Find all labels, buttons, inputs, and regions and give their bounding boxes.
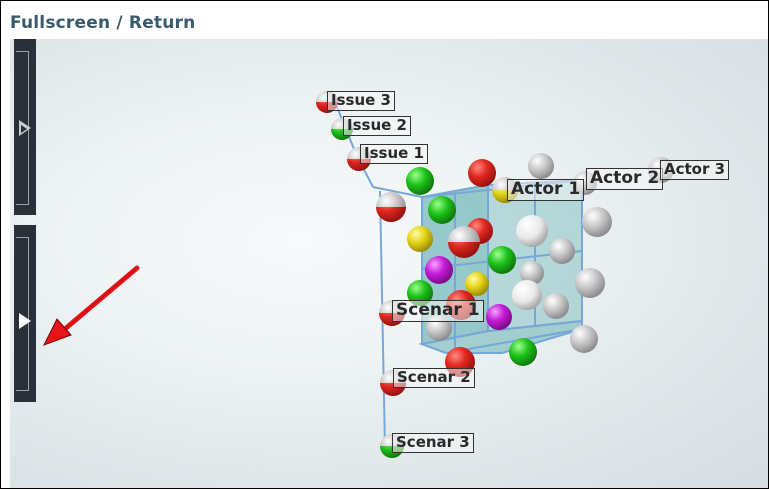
actor-2-label[interactable]: Actor 2 — [586, 168, 664, 190]
actor-3-label[interactable]: Actor 3 — [660, 160, 730, 180]
scenar-1-label[interactable]: Scenar 1 — [392, 300, 484, 322]
issue-3-label[interactable]: Issue 3 — [327, 91, 395, 111]
scenar-3-label[interactable]: Scenar 3 — [392, 433, 474, 453]
issue-1-label[interactable]: Issue 1 — [360, 144, 428, 164]
actor-1-label[interactable]: Actor 1 — [507, 179, 585, 201]
red-arrow-icon — [42, 265, 140, 346]
fullscreen-return-link[interactable]: Fullscreen / Return — [10, 13, 195, 33]
scenar-2-label[interactable]: Scenar 2 — [393, 368, 475, 388]
title-bar: Fullscreen / Return — [10, 13, 768, 39]
issue-2-label[interactable]: Issue 2 — [343, 116, 411, 136]
app-window: Fullscreen / Return Issue 3 Issue 2 Issu… — [0, 0, 769, 489]
3d-viewport[interactable]: Issue 3 Issue 2 Issue 1 Actor 1 Actor 2 … — [10, 39, 768, 488]
